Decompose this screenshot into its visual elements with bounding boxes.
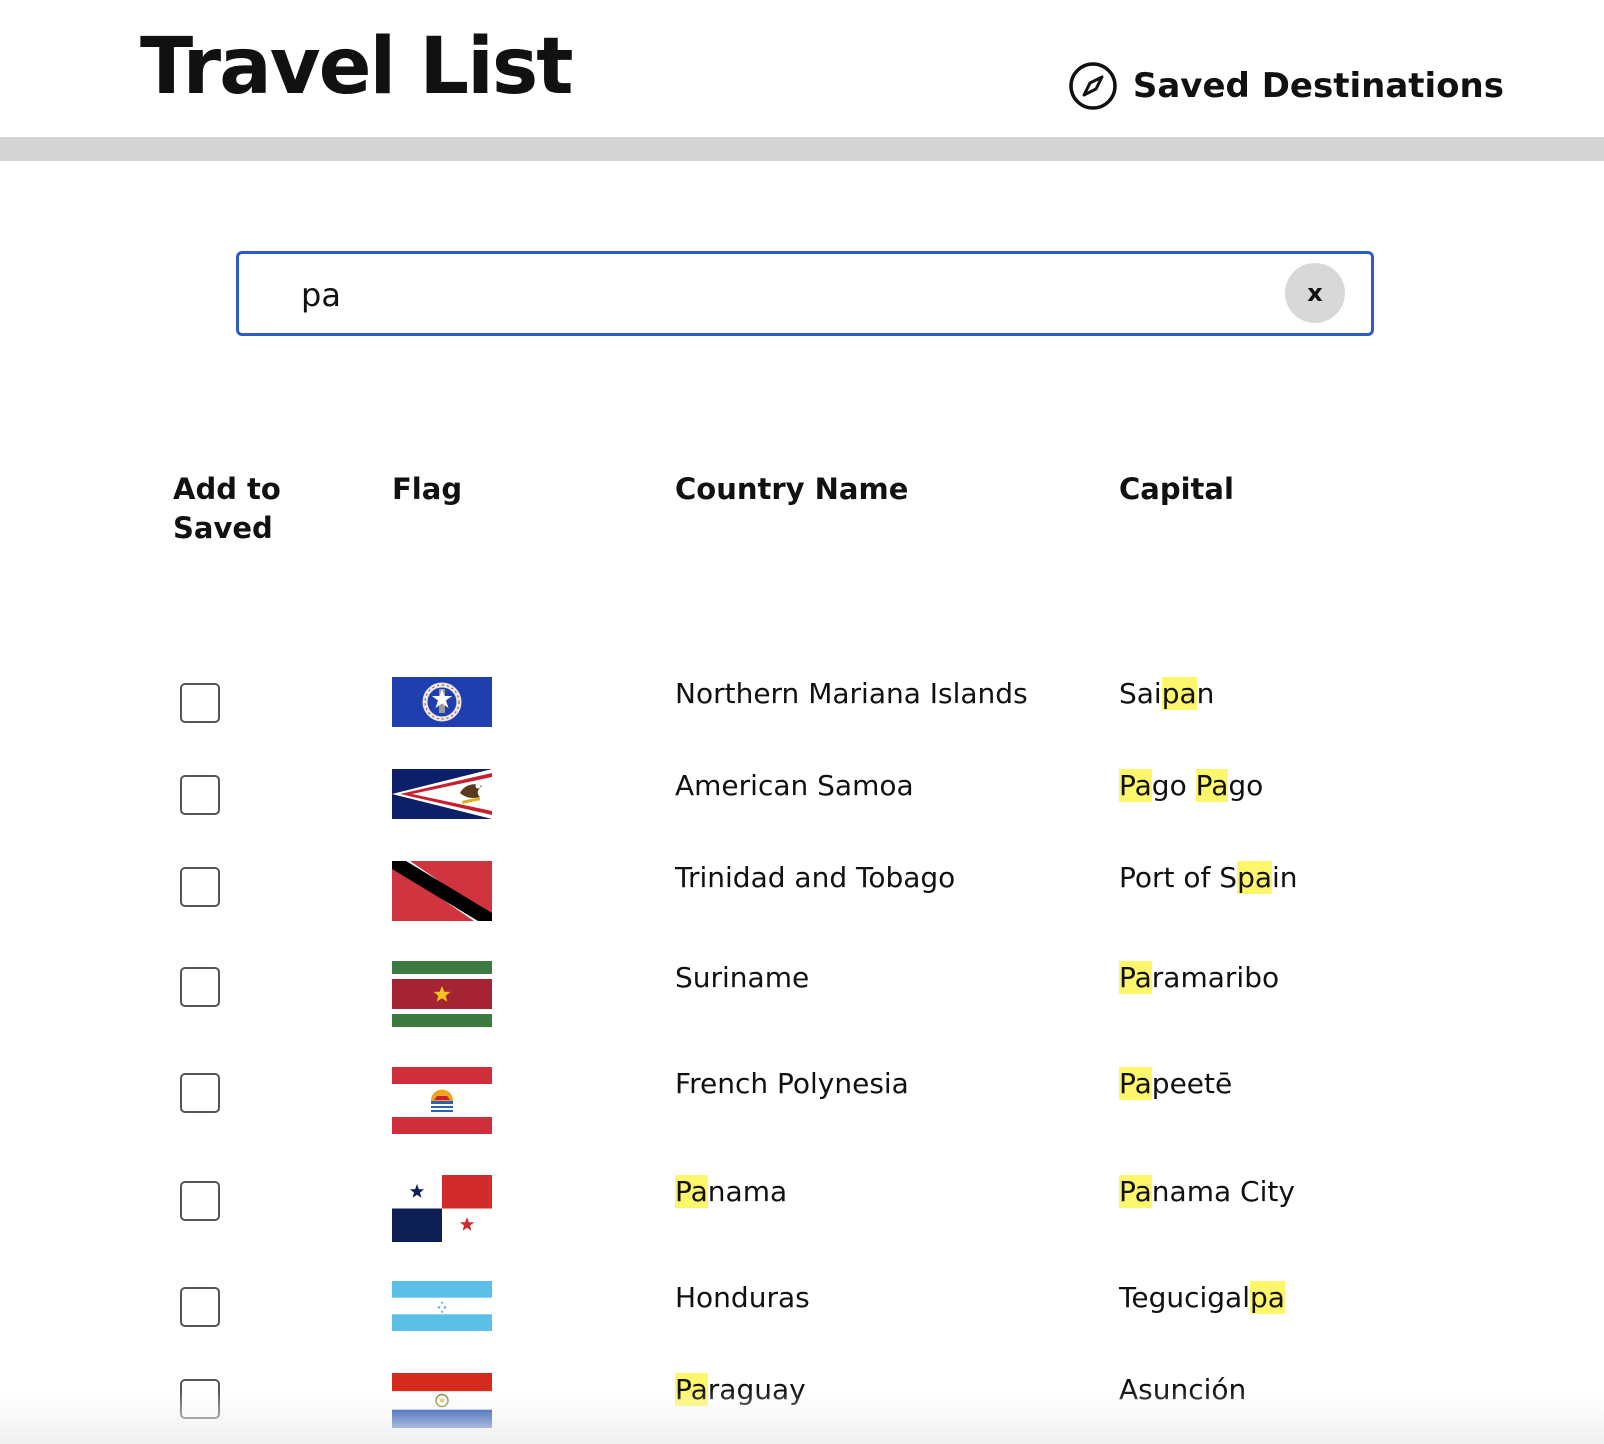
column-header-flag: Flag [392,472,463,506]
country-name: Paraguay [675,1373,806,1406]
add-to-saved-checkbox[interactable] [180,867,220,907]
saved-destinations-link[interactable]: Saved Destinations [1067,60,1504,112]
capital-name: Paramaribo [1119,961,1280,994]
column-header-capital: Capital [1119,472,1234,506]
capital-name: Port of Spain [1119,861,1298,894]
suriname-flag [392,961,492,1027]
paraguay-flag [392,1373,492,1428]
american-samoa-flag [392,769,492,819]
french-polynesia-flag [392,1067,492,1134]
add-to-saved-checkbox[interactable] [180,1287,220,1327]
add-to-saved-checkbox[interactable] [180,683,220,723]
capital-name: Asunción [1119,1373,1247,1406]
capital-name: Saipan [1119,677,1215,710]
add-to-saved-checkbox[interactable] [180,775,220,815]
saved-destinations-label: Saved Destinations [1132,66,1504,106]
add-to-saved-checkbox[interactable] [180,1181,220,1221]
add-to-saved-checkbox[interactable] [180,1379,220,1419]
app-title: Travel List [140,22,574,112]
country-name: Northern Mariana Islands [675,677,1028,710]
country-name: American Samoa [675,769,914,802]
compass-icon [1069,62,1117,110]
capital-name: Panama City [1119,1175,1295,1208]
capital-name: Papeetē [1119,1067,1233,1100]
country-name: Suriname [675,961,810,994]
app-header: Travel List Saved Destinations [0,0,1604,137]
panama-flag [392,1175,492,1242]
svg-text:★: ★ [440,1300,444,1305]
search-input[interactable] [299,254,1283,335]
header-divider [0,137,1604,161]
svg-text:★: ★ [440,1309,444,1314]
country-name: Trinidad and Tobago [675,861,956,894]
country-name: French Polynesia [675,1067,909,1100]
search-box: x [236,251,1374,336]
add-to-saved-checkbox[interactable] [180,1073,220,1113]
honduras-flag: ★ ★ ★ ★ [392,1281,492,1331]
country-name: Panama [675,1175,788,1208]
northern-mariana-islands-flag [392,677,492,727]
capital-name: Pago Pago [1119,769,1264,802]
country-name: Honduras [675,1281,810,1314]
add-to-saved-checkbox[interactable] [180,967,220,1007]
trinidad-and-tobago-flag [392,861,492,921]
column-header-country-name: Country Name [675,472,909,506]
clear-search-button[interactable]: x [1285,263,1345,323]
capital-name: Tegucigalpa [1119,1281,1285,1314]
column-header-add-to-saved: Add to Saved [173,472,281,545]
